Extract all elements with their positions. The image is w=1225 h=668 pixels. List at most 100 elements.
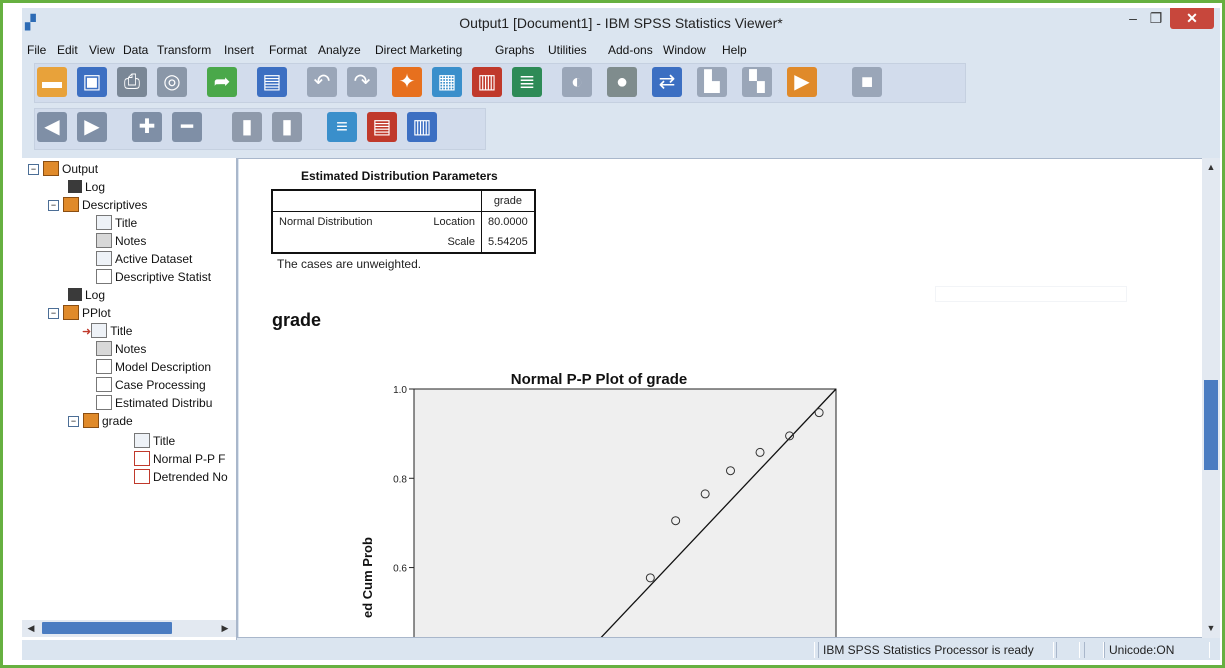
location-value: 80.0000 [488, 216, 528, 228]
undo-icon[interactable]: ↶ [307, 67, 337, 97]
book-icon [63, 197, 79, 213]
maximize-button[interactable]: ❐ [1145, 8, 1167, 29]
table-row: Scale 5.54205 [272, 232, 535, 253]
scroll-left-button[interactable]: ◀ [24, 622, 38, 634]
title-icon [96, 215, 112, 231]
chart-icon [134, 469, 150, 485]
show-icon[interactable]: ▮ [232, 112, 262, 142]
content-vertical-scrollbar[interactable]: ▲ ▼ [1202, 158, 1220, 638]
tree-label: Normal P-P F [153, 452, 226, 466]
menu-view[interactable]: View [89, 43, 115, 57]
run-script-icon[interactable]: ▶ [787, 67, 817, 97]
scroll-up-button[interactable]: ▲ [1204, 161, 1218, 173]
tree-node-notes[interactable]: Notes [96, 233, 146, 249]
menu-data[interactable]: Data [123, 43, 148, 57]
pp-plot-chart[interactable]: 1.0 0.8 0.6 [339, 383, 859, 638]
menu-direct-marketing[interactable]: Direct Marketing [375, 43, 462, 57]
tree-node-grade[interactable]: − grade [68, 413, 133, 429]
recall-dialog-icon[interactable]: ▤ [257, 67, 287, 97]
notes-icon [96, 233, 112, 249]
hide-icon[interactable]: ▮ [272, 112, 302, 142]
tree-node-detrended-plot[interactable]: Detrended No [134, 469, 228, 485]
menu-window[interactable]: Window [663, 43, 706, 57]
tree-node-log[interactable]: Log [68, 179, 105, 195]
menu-add-ons[interactable]: Add-ons [608, 43, 653, 57]
print-preview-icon[interactable]: ◎ [157, 67, 187, 97]
select-cases-icon[interactable]: ◐ [562, 67, 592, 97]
menu-transform[interactable]: Transform [157, 43, 211, 57]
print-icon[interactable]: ⎙ [117, 67, 147, 97]
row-group-label: Normal Distribution [272, 211, 405, 232]
value-labels-icon[interactable]: ● [607, 67, 637, 97]
export-icon[interactable]: ➦ [207, 67, 237, 97]
tree-label: Notes [115, 234, 147, 248]
tree-node-case-processing[interactable]: Case Processing [96, 377, 206, 393]
insert-heading-icon[interactable]: ≡ [327, 112, 357, 142]
tree-node-output[interactable]: − Output [28, 161, 98, 177]
goto-case-icon[interactable]: ✦ [392, 67, 422, 97]
redo-icon[interactable]: ↷ [347, 67, 377, 97]
designate-window-icon[interactable]: ≣ [512, 67, 542, 97]
collapse-toggle[interactable]: − [68, 416, 79, 428]
status-empty-cell [1084, 642, 1104, 658]
tree-node-model-description[interactable]: Model Description [96, 359, 211, 375]
open-icon[interactable]: ▬ [37, 67, 67, 97]
tree-node-estimated-distribution[interactable]: Estimated Distribu [96, 395, 212, 411]
tree-node-notes[interactable]: Notes [96, 341, 146, 357]
unicode-status: Unicode:ON [1104, 642, 1210, 658]
tree-node-log[interactable]: Log [68, 287, 105, 303]
menu-graphs[interactable]: Graphs [495, 43, 534, 57]
tree-node-normal-pp-plot[interactable]: Normal P-P F [134, 451, 225, 467]
log-icon [68, 180, 82, 194]
insert-title-icon[interactable]: ▤ [367, 112, 397, 142]
tree-label: Log [85, 180, 106, 194]
y-tick-label: 1.0 [393, 385, 407, 396]
scroll-down-button[interactable]: ▼ [1204, 622, 1218, 634]
stop-icon[interactable]: ■ [852, 67, 882, 97]
demote-icon[interactable]: ▶ [77, 112, 107, 142]
menu-file[interactable]: File [27, 43, 46, 57]
expand-icon[interactable]: ✚ [132, 112, 162, 142]
menu-utilities[interactable]: Utilities [548, 43, 587, 57]
promote-icon[interactable]: ◀ [37, 112, 67, 142]
menu-edit[interactable]: Edit [57, 43, 78, 57]
menu-analyze[interactable]: Analyze [318, 43, 361, 57]
table-footnote: The cases are unweighted. [277, 257, 422, 271]
collapse-toggle[interactable]: − [48, 200, 59, 212]
scroll-thumb[interactable] [1204, 380, 1218, 470]
close-button[interactable]: ✕ [1170, 8, 1214, 29]
tree-label: Descriptives [82, 198, 148, 212]
tree-node-pplot[interactable]: − PPlot [48, 305, 111, 321]
scroll-thumb[interactable] [42, 622, 172, 634]
collapse-icon[interactable]: ━ [172, 112, 202, 142]
tree-node-active-dataset[interactable]: Active Dataset [96, 251, 192, 267]
y-axis-label: ed Cum Prob [360, 537, 375, 618]
tree-node-title[interactable]: Title [96, 215, 137, 231]
spell-icon[interactable]: ▚ [742, 67, 772, 97]
navigator-horizontal-scrollbar[interactable]: ◀ ▶ [22, 620, 236, 637]
save-icon[interactable]: ▣ [77, 67, 107, 97]
variables-icon[interactable]: ▥ [472, 67, 502, 97]
column-header-grade: grade [481, 190, 535, 212]
tree-node-descriptives[interactable]: − Descriptives [48, 197, 147, 213]
menu-insert[interactable]: Insert [224, 43, 254, 57]
title-icon [134, 433, 150, 449]
use-sets-icon[interactable]: ⇄ [652, 67, 682, 97]
tree-node-descriptive-statistics[interactable]: Descriptive Statist [96, 269, 211, 285]
tree-node-title[interactable]: Title [134, 433, 175, 449]
scroll-right-button[interactable]: ▶ [218, 622, 232, 634]
show-all-icon[interactable]: ▙ [697, 67, 727, 97]
goto-variable-icon[interactable]: ▦ [432, 67, 462, 97]
plot-area [413, 388, 837, 638]
tree-node-title[interactable]: ➜ Title [82, 323, 132, 339]
menu-format[interactable]: Format [269, 43, 307, 57]
title-icon [91, 323, 108, 339]
collapse-toggle[interactable]: − [28, 164, 39, 176]
minimize-button[interactable]: – [1122, 8, 1144, 29]
collapse-toggle[interactable]: − [48, 308, 59, 320]
outline-navigator: − Output Log − Descriptives Title Notes Ac… [22, 158, 237, 641]
tree-label: Model Description [115, 360, 212, 374]
outline-toolbar: ◀ ▶ ✚ ━ ▮ ▮ ≡ ▤ ▥ [22, 108, 1220, 150]
insert-text-icon[interactable]: ▥ [407, 112, 437, 142]
menu-help[interactable]: Help [722, 43, 747, 57]
